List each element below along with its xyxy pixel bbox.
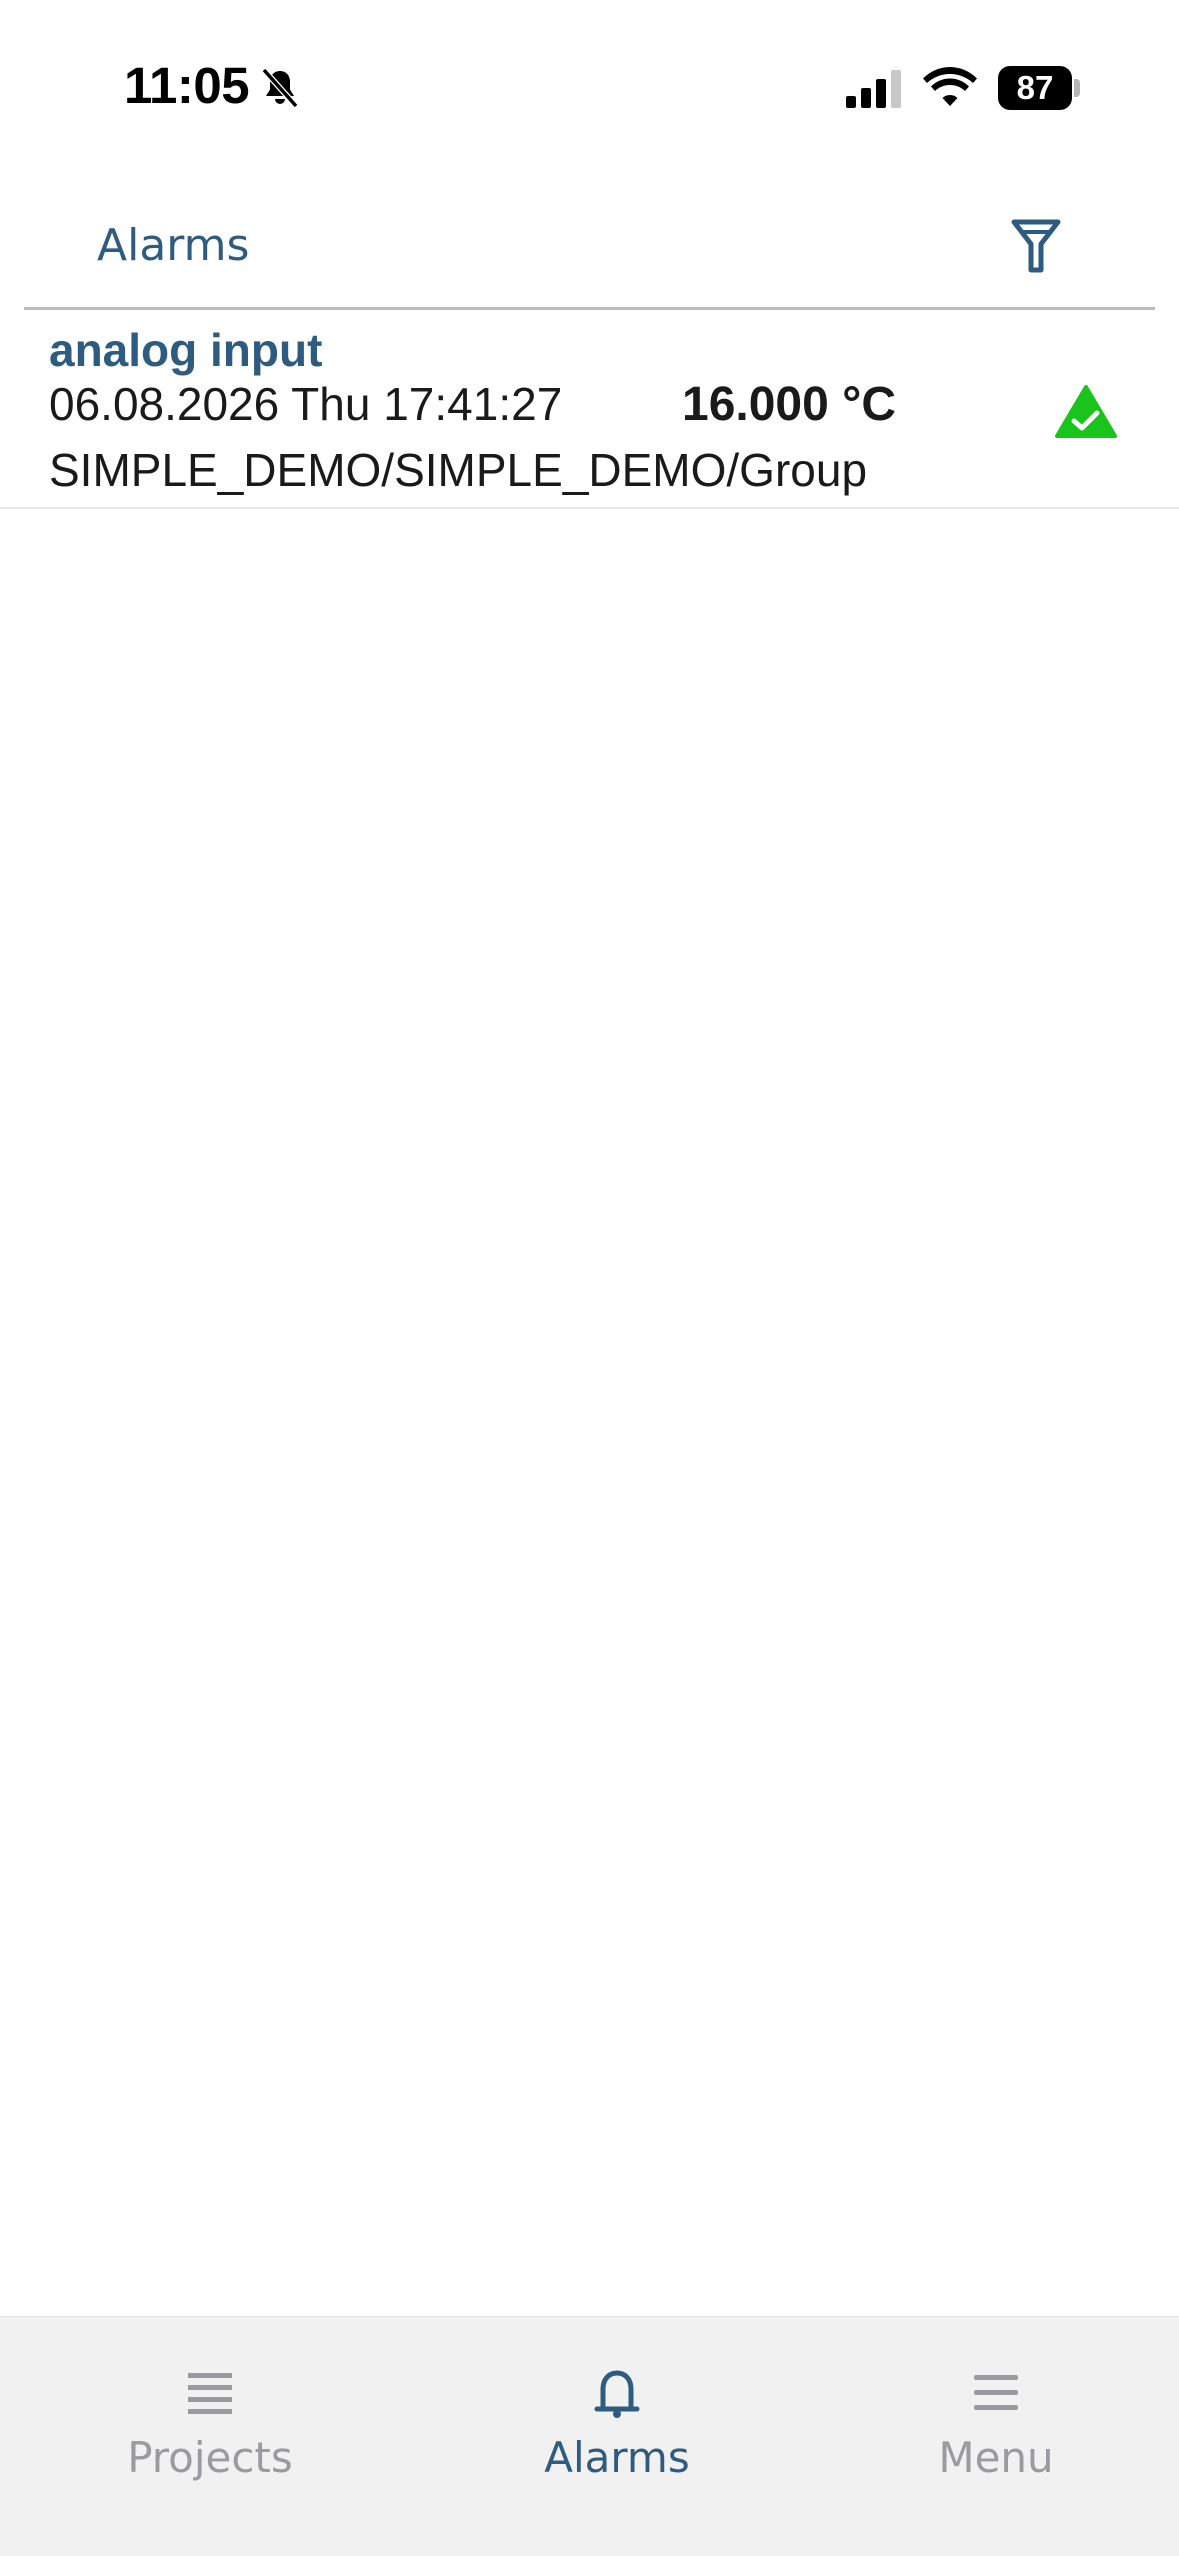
- alarm-list: analog input 06.08.2026 Thu 17:41:27 16.…: [0, 313, 1179, 509]
- alarm-name: analog input: [49, 324, 323, 376]
- alarm-value: 16.000 °C: [682, 378, 897, 431]
- alarms-screen: 11:05 87 Alarms analog input 06.08.2026 …: [0, 0, 1179, 2556]
- menu-icon: [974, 2375, 1018, 2410]
- wifi-icon: [923, 67, 977, 106]
- tab-label-alarms: Alarms: [544, 2433, 690, 2482]
- app-header: Alarms: [24, 190, 1155, 310]
- cellular-signal-icon: [846, 70, 901, 108]
- alarm-path: SIMPLE_DEMO/SIMPLE_DEMO/Group: [49, 444, 868, 496]
- tab-menu[interactable]: Menu: [846, 2317, 1146, 2487]
- status-bar: 11:05 87: [0, 0, 1179, 176]
- list-icon: [188, 2373, 232, 2414]
- tab-projects[interactable]: Projects: [60, 2317, 360, 2487]
- battery-cap: [1074, 79, 1080, 97]
- alarm-list-item[interactable]: analog input 06.08.2026 Thu 17:41:27 16.…: [0, 313, 1179, 509]
- filter-button[interactable]: [1004, 212, 1068, 280]
- tab-label-projects: Projects: [127, 2433, 293, 2482]
- tab-label-menu: Menu: [938, 2433, 1054, 2482]
- filter-funnel-icon: [1011, 219, 1061, 273]
- battery-icon: 87: [998, 66, 1080, 110]
- battery-level: 87: [998, 66, 1072, 110]
- page-title: Alarms: [97, 220, 250, 271]
- bell-slash-icon: [261, 68, 299, 108]
- tab-alarms[interactable]: Alarms: [467, 2317, 767, 2487]
- acknowledged-triangle-check-icon: [1055, 385, 1117, 438]
- bell-icon: [594, 2370, 640, 2418]
- status-time: 11:05: [124, 57, 250, 114]
- alarm-timestamp: 06.08.2026 Thu 17:41:27: [49, 378, 563, 430]
- bottom-tab-bar: Projects Alarms Menu: [0, 2316, 1179, 2556]
